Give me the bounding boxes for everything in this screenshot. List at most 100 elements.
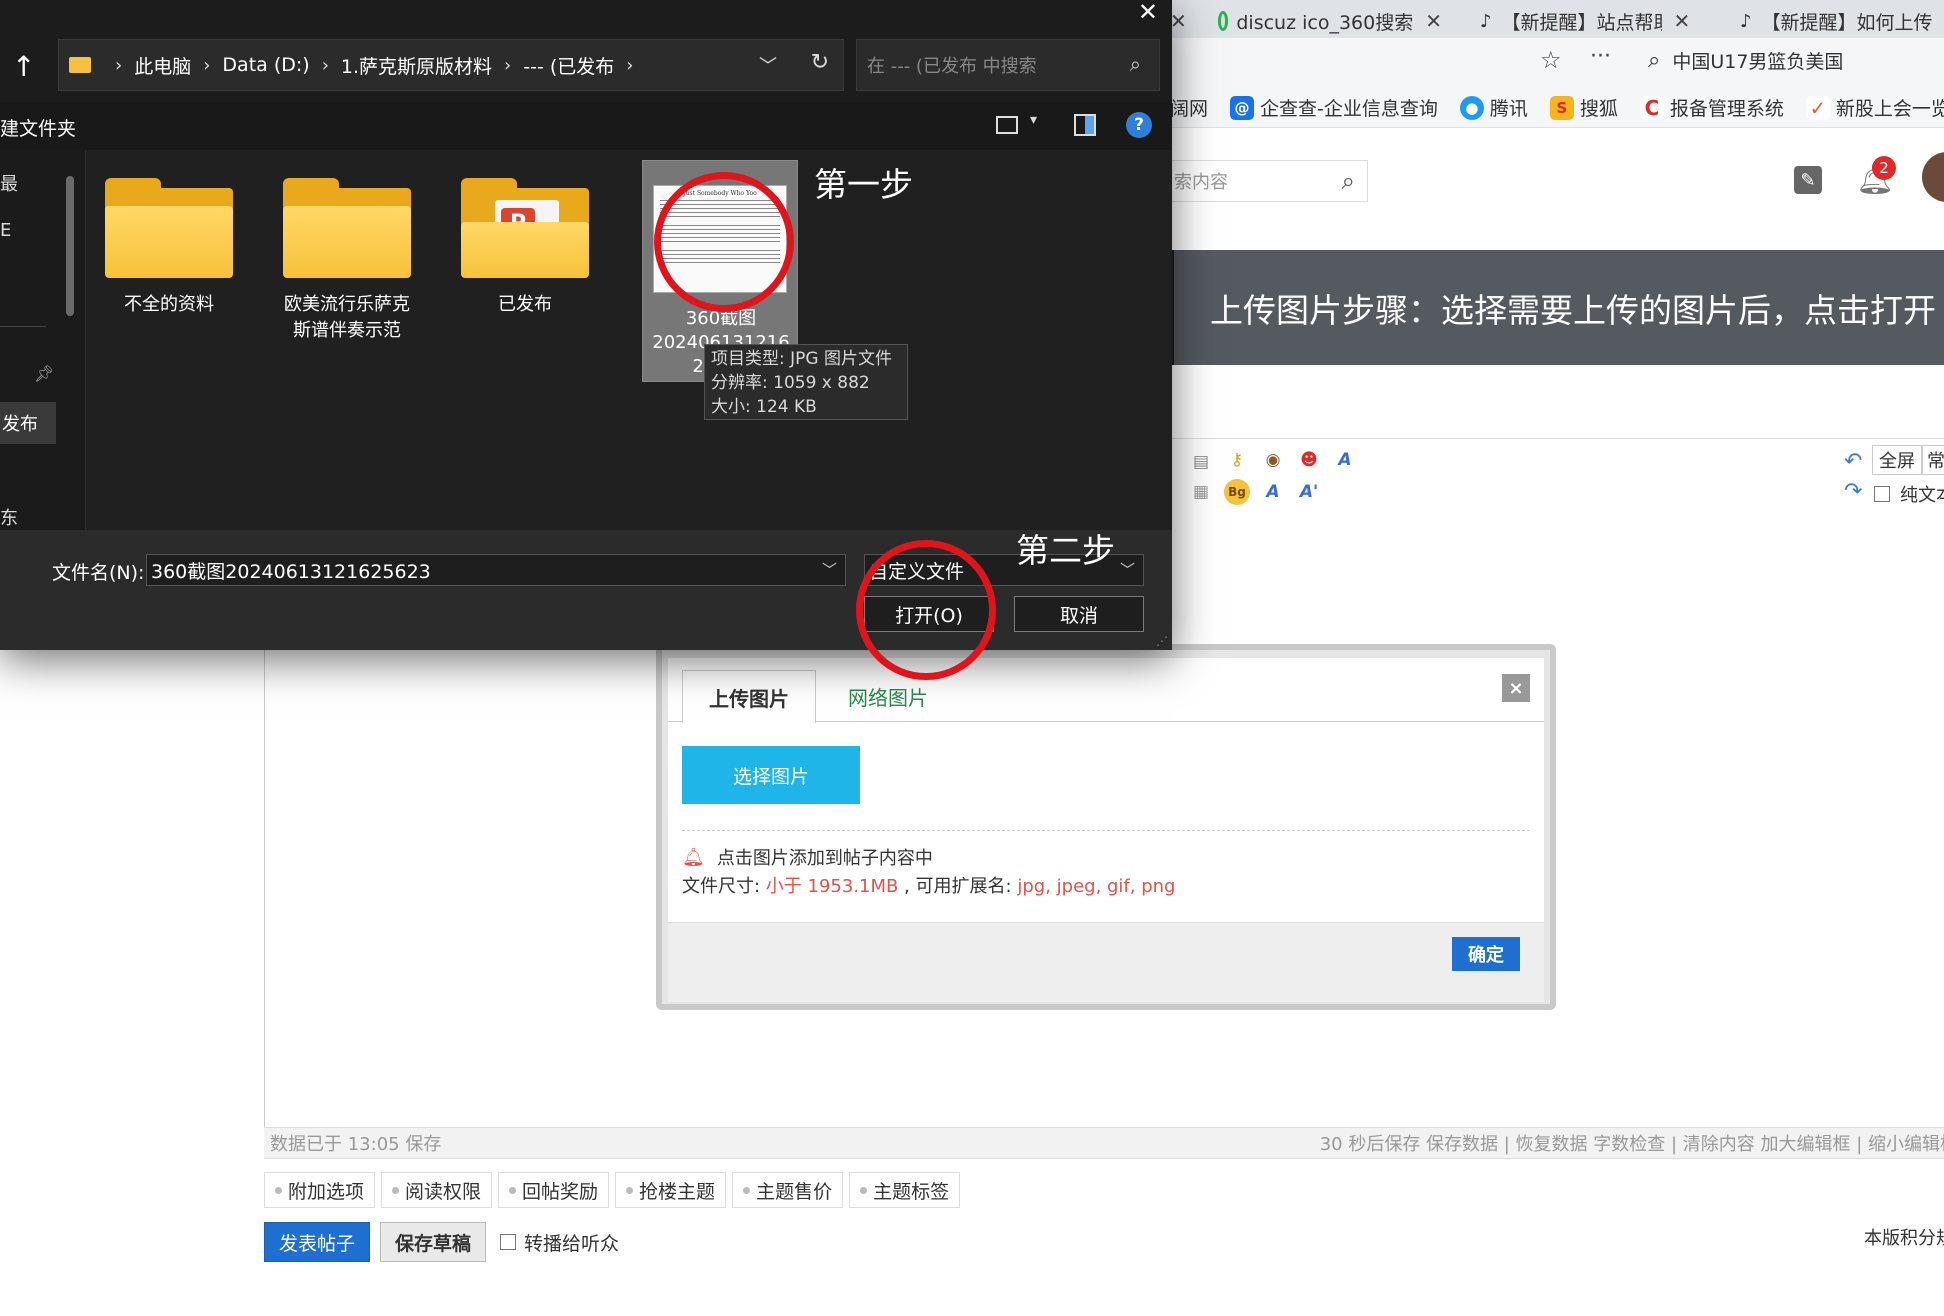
bookmark-item[interactable]: 阔网 bbox=[1170, 94, 1208, 121]
nav-item-published[interactable]: 发布 bbox=[0, 402, 56, 444]
tab-upload-image[interactable]: 上传图片 bbox=[682, 670, 816, 723]
option-reply-reward[interactable]: 回帖奖励 bbox=[498, 1172, 610, 1208]
folder-item-incomplete[interactable]: 不全的资料 bbox=[94, 178, 244, 318]
media-icon[interactable]: ◉ bbox=[1260, 447, 1286, 473]
up-arrow-icon[interactable]: ↑ bbox=[12, 50, 35, 83]
tab-discuz-search[interactable]: discuz ico_360搜索 ✕ bbox=[1218, 0, 1442, 42]
tab-label: 上传图片 bbox=[709, 686, 789, 711]
undo-icon[interactable]: ↶ bbox=[1844, 449, 1862, 474]
bookmark-item[interactable]: ● 腾讯 bbox=[1459, 94, 1528, 121]
option-extra[interactable]: 附加选项 bbox=[264, 1172, 376, 1208]
bell-icon: 🔔︎ bbox=[682, 846, 705, 868]
report-system-icon: C bbox=[1639, 95, 1664, 120]
close-icon[interactable]: ✕ bbox=[1138, 0, 1158, 26]
broadcast-checkbox[interactable] bbox=[500, 1234, 517, 1250]
site-header: 索内容 ⌕ ✎ 🔔︎ 2 bbox=[1170, 130, 1944, 248]
editor-status-links[interactable]: 30 秒后保存 保存数据 | 恢复数据 字数检查 | 清除内容 加大编辑框 | … bbox=[1320, 1130, 1944, 1156]
post-thread-button[interactable]: 发表帖子 bbox=[264, 1222, 371, 1262]
folder-icon bbox=[283, 178, 411, 278]
folder-icon bbox=[105, 178, 233, 278]
ok-button[interactable]: 确定 bbox=[1452, 937, 1520, 971]
chevron-down-icon[interactable]: ﹀ bbox=[1120, 559, 1135, 580]
chevron-right-icon: › bbox=[115, 54, 123, 76]
bookmark-item[interactable]: C 报备管理系统 bbox=[1639, 94, 1784, 121]
chevron-right-icon: › bbox=[626, 54, 634, 76]
bookmark-item[interactable]: @ 企查查-企业信息查询 bbox=[1230, 94, 1438, 121]
browser-search-box[interactable]: ⌕ 中国U17男篮负美国 bbox=[1648, 40, 1944, 80]
bookmark-item[interactable]: S 搜狐 bbox=[1549, 94, 1618, 121]
file-tooltip: 项目类型: JPG 图片文件 分辨率: 1059 x 882 大小: 124 K… bbox=[704, 344, 908, 420]
option-tags[interactable]: 主题标签 bbox=[849, 1172, 961, 1208]
redo-icon[interactable]: ↷ bbox=[1844, 479, 1862, 504]
chevron-right-icon: › bbox=[321, 54, 329, 76]
filename-input[interactable]: 360截图20240613121625623 ﹀ bbox=[146, 554, 846, 586]
view-mode-icon[interactable] bbox=[996, 116, 1018, 134]
breadcrumb-item[interactable]: 此电脑 bbox=[134, 52, 191, 79]
font-style-icon[interactable]: A bbox=[1332, 447, 1358, 473]
tab-strip-close-fragment[interactable]: ✕ bbox=[1170, 0, 1187, 42]
chevron-down-icon[interactable]: ﹀ bbox=[759, 52, 777, 78]
table-icon[interactable]: ▦ bbox=[1188, 479, 1214, 505]
breadcrumb[interactable]: › 此电脑 › Data (D:) › 1.萨克斯原版材料 › --- (已发布… bbox=[58, 39, 844, 91]
close-icon[interactable]: × bbox=[1502, 674, 1530, 702]
nav-item[interactable]: 最 bbox=[0, 170, 18, 196]
option-price[interactable]: 主题售价 bbox=[732, 1172, 844, 1208]
nav-item[interactable]: 东 bbox=[0, 504, 18, 530]
new-folder-button[interactable]: 建文件夹 bbox=[0, 114, 76, 141]
cancel-button[interactable]: 取消 bbox=[1014, 596, 1144, 632]
plain-text-toggle[interactable]: 纯文本 bbox=[1874, 481, 1944, 507]
close-icon[interactable]: ✕ bbox=[1674, 9, 1691, 33]
search-icon[interactable]: ⌕ bbox=[1342, 167, 1355, 195]
option-label: 回帖奖励 bbox=[522, 1180, 599, 1203]
broadcast-toggle[interactable]: 转播给听众 bbox=[500, 1229, 619, 1256]
background-color-icon[interactable]: Bg bbox=[1224, 479, 1250, 505]
bullet-icon bbox=[509, 1186, 517, 1194]
key-icon[interactable]: ⚷ bbox=[1224, 447, 1250, 473]
close-icon[interactable]: ✕ bbox=[1425, 9, 1442, 33]
refresh-icon[interactable]: ↻ bbox=[811, 50, 829, 75]
superscript-icon[interactable]: A' bbox=[1296, 479, 1322, 505]
filename-value: 360截图20240613121625623 bbox=[151, 560, 431, 583]
draft-label: 保存草稿 bbox=[395, 1232, 472, 1255]
choose-image-button[interactable]: 选择图片 bbox=[682, 746, 860, 804]
chevron-down-icon[interactable]: ﹀ bbox=[822, 559, 837, 580]
post-label: 发表帖子 bbox=[279, 1232, 356, 1255]
folder-item-published[interactable]: P 已发布 bbox=[450, 178, 600, 318]
bookmark-label: 新股上会一览表 bbox=[1835, 98, 1944, 120]
edit-icon[interactable]: ✎ bbox=[1794, 166, 1822, 194]
resize-grip-icon[interactable]: ⋰ bbox=[1156, 634, 1168, 648]
more-icon[interactable]: ··· bbox=[1590, 44, 1611, 69]
caret-down-icon[interactable]: ▾ bbox=[1030, 112, 1037, 128]
forum-points-rules[interactable]: 本版积分规 bbox=[1864, 1224, 1944, 1250]
folder-search-input[interactable]: 在 --- (已发布 中搜索 ⌕ bbox=[856, 39, 1160, 91]
tab-how-to-upload[interactable]: ♪ 【新提醒】如何上传 bbox=[1740, 0, 1944, 42]
fullscreen-button[interactable]: 全屏 bbox=[1872, 445, 1922, 475]
help-icon[interactable]: ? bbox=[1126, 112, 1152, 138]
print-icon[interactable]: ▤ bbox=[1188, 449, 1214, 475]
nav-item[interactable]: E bbox=[0, 220, 11, 241]
notification-badge: 2 bbox=[1872, 156, 1896, 180]
breadcrumb-item[interactable]: --- (已发布 bbox=[523, 52, 614, 79]
pin-icon[interactable]: 📌︎ bbox=[34, 364, 54, 383]
option-read-permission[interactable]: 阅读权限 bbox=[381, 1172, 493, 1208]
preview-pane-icon[interactable] bbox=[1074, 114, 1096, 136]
avatar[interactable] bbox=[1922, 152, 1944, 202]
site-search-input[interactable]: 索内容 ⌕ bbox=[1170, 160, 1368, 202]
scrollbar-thumb[interactable] bbox=[66, 176, 74, 316]
bookmark-label: 搜狐 bbox=[1579, 98, 1618, 120]
option-label: 附加选项 bbox=[288, 1180, 365, 1203]
font-size-icon[interactable]: A bbox=[1260, 479, 1286, 505]
star-icon[interactable]: ☆ bbox=[1540, 46, 1562, 74]
tab-site-help[interactable]: ♪ 【新提醒】站点帮助 ✕ bbox=[1480, 0, 1706, 42]
step1-label: 第一步 bbox=[814, 165, 913, 204]
common-button[interactable]: 常 bbox=[1922, 445, 1944, 475]
save-draft-button[interactable]: 保存草稿 bbox=[380, 1222, 487, 1262]
bullet-icon bbox=[860, 1186, 868, 1194]
plain-text-checkbox[interactable] bbox=[1874, 486, 1890, 502]
qq-icon[interactable]: ☻ bbox=[1296, 447, 1322, 473]
folder-item-pop-sax[interactable]: 欧美流行乐萨克斯谱伴奏示范 bbox=[272, 178, 422, 344]
option-floor-grab[interactable]: 抢楼主题 bbox=[615, 1172, 727, 1208]
breadcrumb-item[interactable]: 1.萨克斯原版材料 bbox=[341, 52, 492, 79]
breadcrumb-item[interactable]: Data (D:) bbox=[222, 54, 309, 76]
bookmark-item[interactable]: ✓新股上会一览表 bbox=[1805, 94, 1944, 121]
